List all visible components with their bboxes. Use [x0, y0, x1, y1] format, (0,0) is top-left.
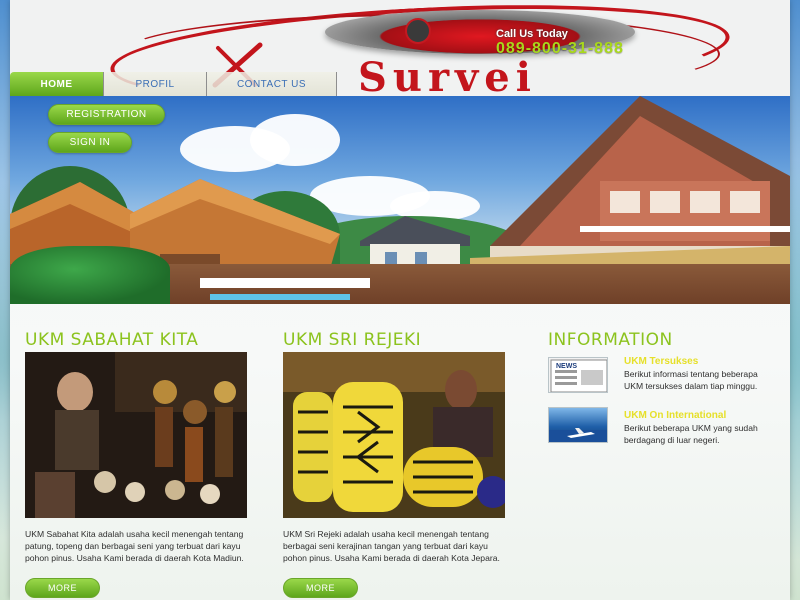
woven-crafts-illustration — [283, 352, 505, 518]
shrub-shape — [10, 246, 170, 304]
nav-profil[interactable]: PROFIL — [104, 72, 207, 96]
logo[interactable]: Survei — [358, 58, 537, 98]
call-us-label: Call Us Today — [496, 28, 568, 40]
cloud-shape — [250, 114, 340, 166]
newspaper-icon: NEWS — [550, 359, 607, 392]
sign-in-button[interactable]: SIGN IN — [48, 132, 132, 153]
page-container: Survei Call Us Today 089-800-31-888 HOME… — [10, 0, 790, 600]
airplane-icon — [549, 428, 607, 442]
railing-shape — [200, 278, 370, 288]
news-thumb-text: NEWS — [556, 363, 577, 370]
mouse-wheel-icon — [405, 18, 431, 44]
column-description: UKM Sabahat Kita adalah usaha kecil mene… — [25, 529, 244, 563]
wooden-crafts-photo — [25, 352, 247, 518]
nav-home[interactable]: HOME — [10, 72, 104, 96]
airplane-thumbnail[interactable] — [548, 407, 608, 443]
woven-crafts-photo — [283, 352, 505, 518]
column-description: UKM Sri Rejeki adalah usaha kecil meneng… — [283, 529, 500, 563]
pool-shape — [210, 294, 350, 300]
nav-contact-us[interactable]: CONTACT US — [207, 72, 337, 96]
wooden-crafts-illustration — [25, 352, 247, 518]
more-button[interactable]: MORE — [283, 578, 358, 598]
hero-banner: REGISTRATION SIGN IN — [10, 96, 790, 304]
info-item-text: Berikut beberapa UKM yang sudah berdagan… — [624, 423, 758, 445]
column-title: UKM SRI REJEKI — [283, 330, 422, 350]
registration-button[interactable]: REGISTRATION — [48, 104, 165, 125]
newspaper-thumbnail[interactable]: NEWS — [548, 357, 608, 393]
information-title: INFORMATION — [548, 330, 673, 350]
column-title: UKM SABAHAT KITA — [25, 330, 199, 350]
info-item-title[interactable]: UKM On International — [624, 410, 726, 421]
info-item-text: Berikut informasi tentang beberapa UKM t… — [624, 369, 758, 391]
phone-number: 089-800-31-888 — [496, 40, 624, 57]
main-nav: HOME PROFIL CONTACT US — [10, 72, 337, 96]
more-button[interactable]: MORE — [25, 578, 100, 598]
info-item-title[interactable]: UKM Tersukses — [624, 356, 698, 367]
